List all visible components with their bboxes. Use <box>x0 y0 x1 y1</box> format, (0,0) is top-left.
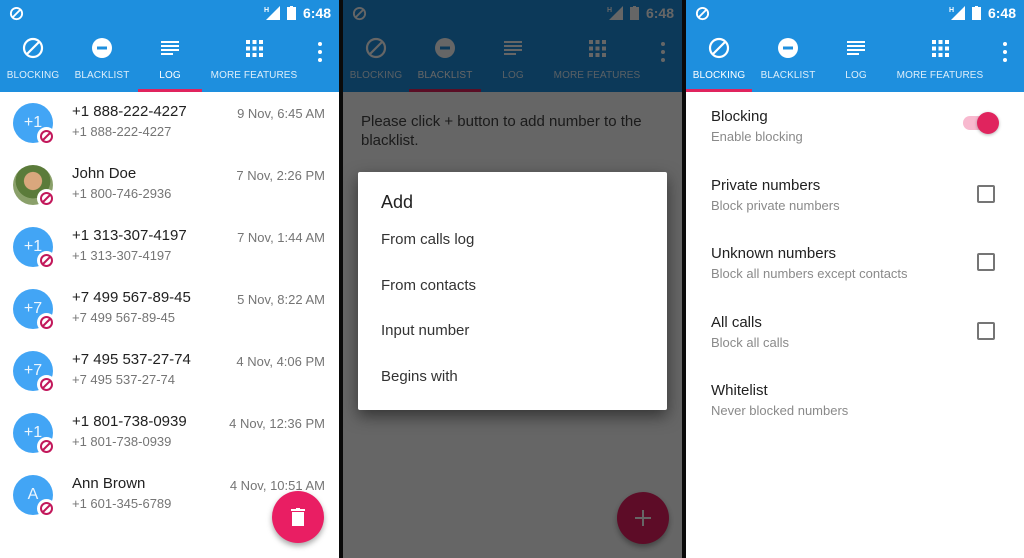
avatar: +1 <box>13 227 56 270</box>
setting-whitelist[interactable]: Whitelist Never blocked numbers <box>686 372 1024 441</box>
tab-log[interactable]: LOG <box>824 26 888 92</box>
phone-blocking-screen: H 6:48 BLOCKING BLACKLIST LOG MORE FEATU… <box>686 0 1024 558</box>
tab-label: BLACKLIST <box>760 70 816 81</box>
overflow-menu-icon[interactable] <box>1000 42 1010 62</box>
tab-log[interactable]: LOG <box>138 26 202 92</box>
tab-label: BLACKLIST <box>74 70 130 81</box>
log-entry[interactable]: +1 +1 801-738-0939 +1 801-738-0939 4 Nov,… <box>0 404 339 466</box>
clock: 6:48 <box>302 5 331 21</box>
log-entry[interactable]: John Doe +1 800-746-2936 7 Nov, 2:26 PM <box>0 156 339 218</box>
delete-fab-button[interactable] <box>272 491 324 543</box>
log-entry-time: 7 Nov, 2:26 PM <box>236 168 325 183</box>
status-bar: H 6:48 <box>686 0 1024 26</box>
log-entry-time: 5 Nov, 8:22 AM <box>237 292 325 307</box>
log-entry-number: +1 888-222-4227 <box>72 124 172 139</box>
avatar: A <box>13 475 56 518</box>
minus-circle-icon <box>777 37 799 59</box>
log-entry-time: 7 Nov, 1:44 AM <box>237 230 325 245</box>
blocking-toggle[interactable] <box>963 112 999 134</box>
log-entry[interactable]: +7 +7 499 567-89-45 +7 499 567-89-45 5 No… <box>0 280 339 342</box>
log-entry-number: +7 499 567-89-45 <box>72 310 176 325</box>
tab-blacklist[interactable]: BLACKLIST <box>752 26 824 92</box>
svg-text:H: H <box>264 7 269 14</box>
svg-text:H: H <box>949 7 954 14</box>
tab-label: MORE FEATURES <box>896 70 984 81</box>
log-entry-time: 4 Nov, 10:51 AM <box>229 478 325 493</box>
block-icon <box>708 37 730 59</box>
battery-icon <box>286 6 296 20</box>
tab-more-features[interactable]: MORE FEATURES <box>202 26 306 92</box>
blocked-badge-icon <box>37 189 56 208</box>
dialog-option-input-number[interactable]: Input number <box>381 322 667 368</box>
trash-icon <box>291 508 305 526</box>
tab-label: BLOCKING <box>692 70 746 81</box>
all-calls-checkbox[interactable] <box>977 321 995 340</box>
clock: 6:48 <box>987 5 1016 21</box>
blocked-badge-icon <box>37 127 56 146</box>
log-entry-number: +7 495 537-27-74 <box>72 372 176 387</box>
blocked-badge-icon <box>37 499 56 518</box>
blocked-badge-icon <box>37 375 56 394</box>
tab-blacklist[interactable]: BLACKLIST <box>66 26 138 92</box>
call-log-list: +1 +1 888-222-4227 +1 888-222-4227 9 Nov,… <box>0 92 339 528</box>
setting-unknown-numbers[interactable]: Unknown numbers Block all numbers except… <box>686 235 1024 304</box>
grid-icon <box>243 37 265 59</box>
log-entry-number: +1 313-307-4197 <box>72 248 172 263</box>
blocking-settings-list: Blocking Enable blocking Private numbers… <box>686 92 1024 441</box>
log-entry[interactable]: +1 +1 313-307-4197 +1 313-307-4197 7 Nov,… <box>0 218 339 280</box>
add-dialog: Add From calls log From contacts Input n… <box>358 172 667 410</box>
phone-blacklist-screen: H 6:48 BLOCKING BLACKLIST LOG MORE FEATU… <box>343 0 682 558</box>
unknown-numbers-checkbox[interactable] <box>977 253 995 271</box>
log-entry[interactable]: +1 +1 888-222-4227 +1 888-222-4227 9 Nov,… <box>0 94 339 156</box>
avatar: +1 <box>13 413 56 456</box>
tab-blocking[interactable]: BLOCKING <box>0 26 66 92</box>
list-icon <box>159 37 181 59</box>
phone-log-screen: H 6:48 BLOCKING BLACKLIST LOG MORE FEATU… <box>0 0 339 558</box>
list-icon <box>845 37 867 59</box>
tab-bar: BLOCKING BLACKLIST LOG MORE FEATURES <box>0 26 339 92</box>
dialog-option-from-calls-log[interactable]: From calls log <box>381 231 667 277</box>
dialog-title: Add <box>381 192 414 212</box>
dialog-option-from-contacts[interactable]: From contacts <box>381 277 667 323</box>
log-entry-time: 4 Nov, 12:36 PM <box>229 416 325 431</box>
tab-label: MORE FEATURES <box>210 70 298 81</box>
block-icon <box>22 37 44 59</box>
blocked-badge-icon <box>37 313 56 332</box>
signal-icon: H <box>949 6 965 20</box>
tab-label: LOG <box>159 70 181 81</box>
tab-bar: BLOCKING BLACKLIST LOG MORE FEATURES <box>686 26 1024 92</box>
screenshot-collage: H 6:48 BLOCKING BLACKLIST LOG MORE FEATU… <box>0 0 1024 558</box>
app-block-icon <box>695 6 710 20</box>
tab-blocking[interactable]: BLOCKING <box>686 26 752 92</box>
setting-blocking[interactable]: Blocking Enable blocking <box>686 98 1024 167</box>
tab-label: BLOCKING <box>6 70 60 81</box>
tab-label: LOG <box>845 70 867 81</box>
setting-title: Whitelist <box>711 382 768 399</box>
signal-icon: H <box>264 6 280 20</box>
grid-icon <box>929 37 951 59</box>
log-entry-number: +1 801-738-0939 <box>72 434 172 449</box>
log-entry-number: +1 800-746-2936 <box>72 186 172 201</box>
avatar: +7 <box>13 351 56 394</box>
setting-private-numbers[interactable]: Private numbers Block private numbers <box>686 167 1024 236</box>
private-numbers-checkbox[interactable] <box>977 184 995 203</box>
log-entry[interactable]: +7 +7 495 537-27-74 +7 495 537-27-74 4 No… <box>0 342 339 404</box>
status-bar: H 6:48 <box>0 0 339 26</box>
blocked-badge-icon <box>37 251 56 270</box>
avatar: +7 <box>13 289 56 332</box>
overflow-menu-icon[interactable] <box>315 42 325 62</box>
tab-more-features[interactable]: MORE FEATURES <box>888 26 992 92</box>
blocked-badge-icon <box>37 437 56 456</box>
avatar: +1 <box>13 103 56 146</box>
log-entry-time: 9 Nov, 6:45 AM <box>237 106 325 121</box>
avatar-photo <box>13 165 56 208</box>
setting-all-calls[interactable]: All calls Block all calls <box>686 304 1024 373</box>
minus-circle-icon <box>91 37 113 59</box>
log-entry-time: 4 Nov, 4:06 PM <box>236 354 325 369</box>
app-block-icon <box>9 6 24 20</box>
battery-icon <box>971 6 981 20</box>
setting-subtitle: Never blocked numbers <box>711 403 849 418</box>
dialog-option-begins-with[interactable]: Begins with <box>381 368 667 414</box>
